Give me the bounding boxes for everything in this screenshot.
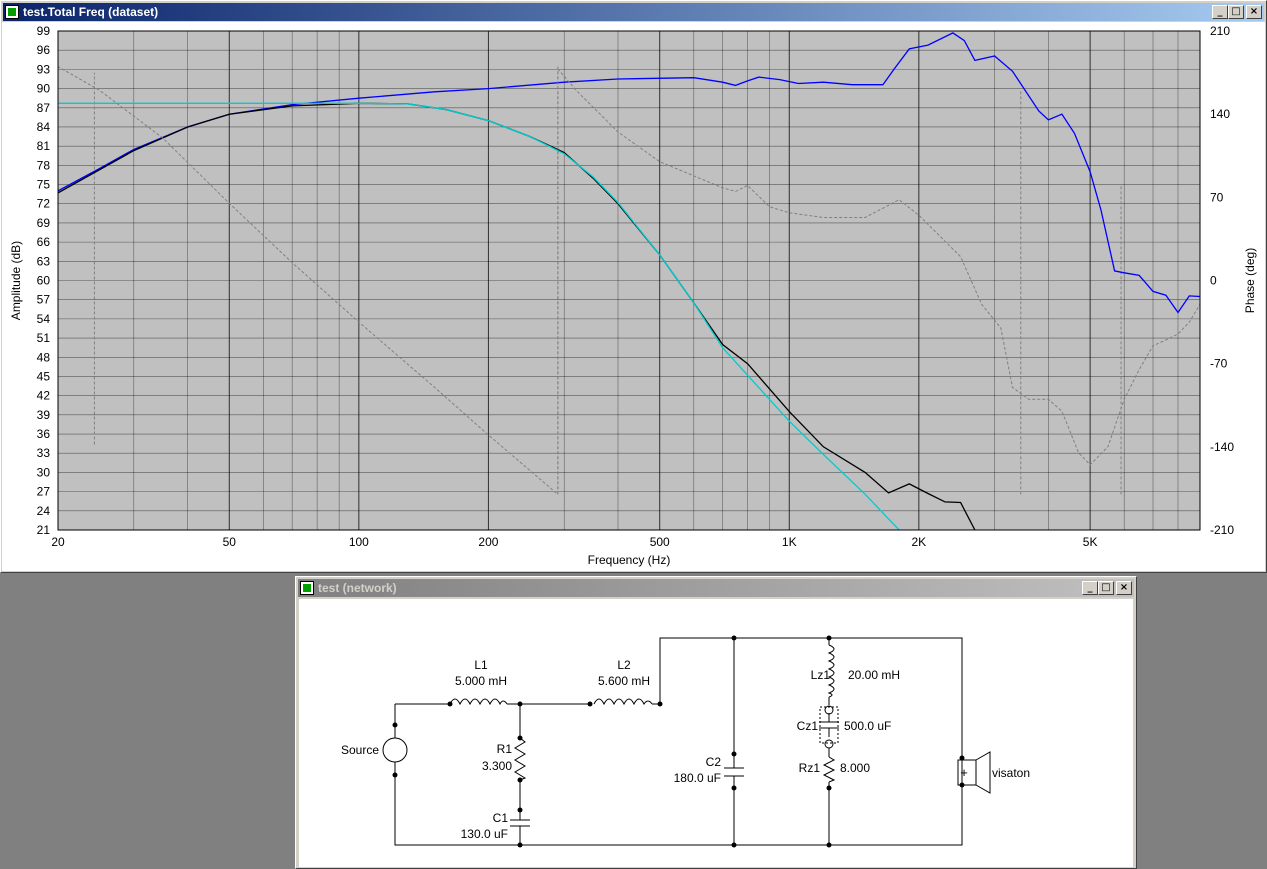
y2-tick-label: -140: [1210, 440, 1234, 454]
y-tick-label: 72: [37, 197, 51, 211]
r1-value: 3.300: [482, 759, 512, 773]
maximize-button[interactable]: □: [1228, 5, 1244, 19]
source-label: Source: [341, 743, 379, 757]
y2-tick-label: -70: [1210, 357, 1228, 371]
y-tick-label: 33: [37, 446, 51, 460]
y-tick-label: 93: [37, 62, 51, 76]
y-tick-label: 90: [37, 82, 51, 96]
lz1-name: Lz1: [811, 668, 831, 682]
freq-window-titlebar[interactable]: test.Total Freq (dataset) _ □ ×: [3, 3, 1264, 21]
y-tick-label: 48: [37, 350, 51, 364]
rz1-value: 8.000: [840, 761, 870, 775]
r1-name: R1: [497, 742, 513, 756]
capacitor-c2[interactable]: [724, 764, 744, 782]
y2-axis-label: Phase (deg): [1243, 248, 1257, 313]
driver-label: visaton: [992, 766, 1030, 780]
c2-value: 180.0 uF: [674, 771, 721, 785]
y-tick-label: 99: [37, 24, 51, 38]
x-tick-label: 2K: [911, 535, 926, 549]
y-tick-label: 36: [37, 427, 51, 441]
x-tick-label: 50: [223, 535, 237, 549]
capacitor-cz1[interactable]: [819, 705, 839, 749]
inductor-l1[interactable]: [449, 698, 508, 706]
resistor-r1[interactable]: [514, 737, 527, 781]
y-tick-label: 57: [37, 293, 51, 307]
freq-window: test.Total Freq (dataset) _ □ × 21 24 27 30…: [0, 0, 1267, 573]
cz1-value: 500.0 uF: [844, 719, 891, 733]
close-button[interactable]: ×: [1116, 581, 1132, 595]
x-tick-label: 1K: [782, 535, 797, 549]
l2-name: L2: [617, 658, 631, 672]
x-tick-label: 5K: [1083, 535, 1098, 549]
y2-tick-label: 210: [1210, 24, 1230, 38]
y-tick-label: 60: [37, 274, 51, 288]
y-tick-label: 78: [37, 158, 51, 172]
maximize-button[interactable]: □: [1098, 581, 1114, 595]
frequency-chart[interactable]: 21 24 27 30 33 36 39 42 45 48 51 54 57 60 63 66 69 72 75 78…: [2, 22, 1265, 571]
minimize-button[interactable]: _: [1082, 581, 1098, 595]
y-tick-label: 42: [37, 389, 51, 403]
y-tick-label: 84: [37, 120, 51, 134]
lz1-value: 20.00 mH: [848, 668, 900, 682]
c1-value: 130.0 uF: [461, 827, 508, 841]
app-icon[interactable]: [300, 581, 314, 595]
y-tick-label: 21: [37, 523, 51, 537]
y-tick-label: 75: [37, 178, 51, 192]
network-window: test (network) _ □ × Source L1 5.000 mH …: [295, 576, 1137, 869]
y-tick-label: 69: [37, 216, 51, 230]
minimize-button[interactable]: _: [1212, 5, 1228, 19]
l1-value: 5.000 mH: [455, 674, 507, 688]
l2-value: 5.600 mH: [598, 674, 650, 688]
y-tick-label: 27: [37, 485, 51, 499]
y-tick-label: 81: [37, 139, 51, 153]
c2-name: C2: [706, 755, 722, 769]
y-tick-label: 45: [37, 369, 51, 383]
y-axis-label: Amplitude (dB): [9, 241, 23, 320]
y-tick-label: 24: [37, 504, 51, 518]
y-tick-label: 54: [37, 312, 51, 326]
y-tick-label: 39: [37, 408, 51, 422]
y2-tick-label: -210: [1210, 523, 1234, 537]
resistor-rz1[interactable]: [822, 756, 836, 783]
y2-tick-label: 140: [1210, 107, 1230, 121]
close-button[interactable]: ×: [1246, 5, 1262, 19]
y-tick-label: 87: [37, 101, 51, 115]
y-tick-label: 30: [37, 465, 51, 479]
y-tick-label: 96: [37, 43, 51, 57]
cz1-name: Cz1: [797, 719, 819, 733]
schematic-canvas[interactable]: Source L1 5.000 mH L2 5.600 mH R1 3.300 …: [299, 599, 1133, 867]
network-window-titlebar[interactable]: test (network) _ □ ×: [298, 579, 1134, 597]
rz1-name: Rz1: [799, 761, 821, 775]
x-tick-label: 500: [650, 535, 670, 549]
network-window-title: test (network): [318, 581, 397, 595]
source-symbol[interactable]: [382, 737, 408, 763]
app-icon[interactable]: [5, 5, 19, 19]
x-tick-label: 200: [478, 535, 498, 549]
y-tick-label: 63: [37, 254, 51, 268]
x-axis-label: Frequency (Hz): [588, 553, 671, 567]
y-tick-label: 51: [37, 331, 51, 345]
x-tick-label: 100: [349, 535, 369, 549]
c1-name: C1: [493, 811, 509, 825]
x-tick-label: 20: [51, 535, 65, 549]
y2-tick-label: 0: [1210, 274, 1217, 288]
y-tick-label: 66: [37, 235, 51, 249]
y2-tick-label: 70: [1210, 190, 1224, 204]
freq-window-title: test.Total Freq (dataset): [23, 5, 159, 19]
driver-polarity: +: [960, 765, 968, 780]
inductor-l2[interactable]: [593, 698, 653, 706]
l1-name: L1: [474, 658, 488, 672]
capacitor-c1[interactable]: [510, 810, 530, 832]
